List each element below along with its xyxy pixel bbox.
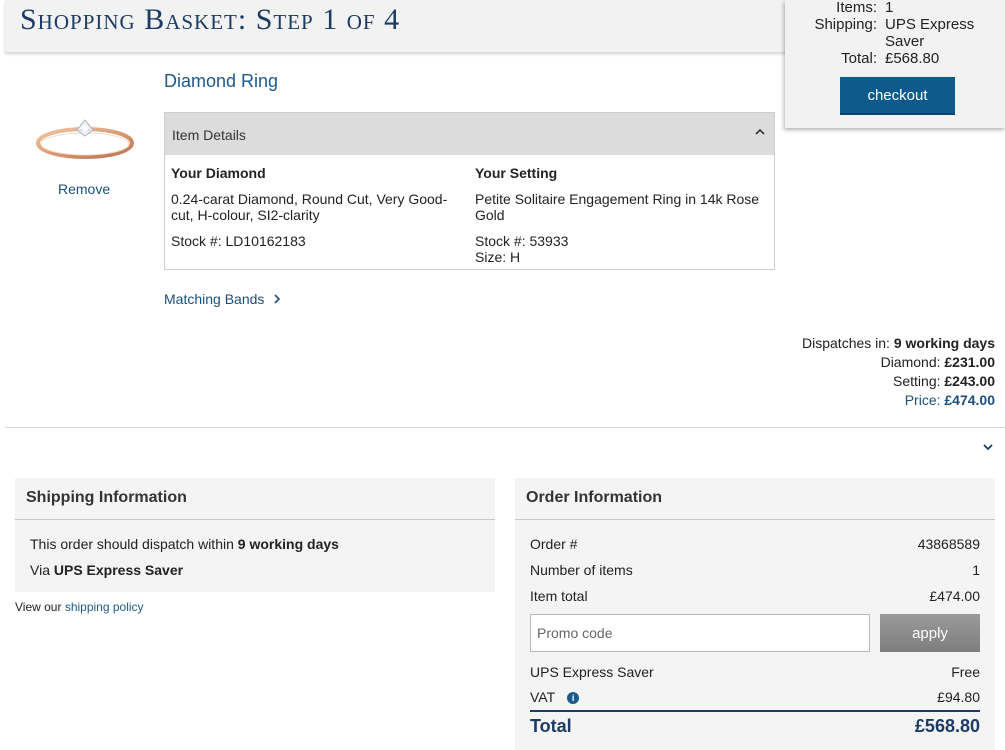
setting-description: Petite Solitaire Engagement Ring in 14k … (475, 191, 760, 223)
order-number-row: Order # 43868589 (530, 536, 980, 552)
order-number-value: 43868589 (917, 536, 980, 552)
dispatch-line: Dispatches in: 9 working days (802, 334, 995, 353)
diamond-price-label: Diamond: (880, 354, 941, 370)
matching-bands-label: Matching Bands (164, 291, 265, 307)
item-details-header[interactable]: Item Details (165, 113, 774, 155)
order-info-heading: Order Information (526, 489, 663, 506)
remove-link[interactable]: Remove (58, 181, 110, 197)
shipping-info-header: Shipping Information (15, 478, 495, 520)
order-info-panel: Order Information Order # 43868589 Numbe… (515, 478, 995, 750)
diamond-heading: Your Diamond (171, 165, 266, 181)
section-divider (5, 427, 1005, 428)
shipping-dispatch-line: This order should dispatch within 9 work… (30, 536, 339, 552)
setting-size: Size: H (475, 249, 521, 265)
summary-items-value: 1 (885, 0, 894, 16)
price-line: Price: £474.00 (802, 391, 995, 410)
shipping-cost-value: Free (951, 664, 980, 680)
chevron-down-icon[interactable] (982, 441, 994, 453)
order-number-label: Order # (530, 536, 578, 552)
shipping-dispatch-prefix: This order should dispatch within (30, 536, 234, 552)
price-value: £474.00 (944, 392, 995, 408)
page-title: Shopping Basket: Step 1 of 4 (20, 3, 401, 36)
info-icon[interactable]: i (567, 692, 580, 705)
shipping-policy-line: View our shipping policy (15, 600, 144, 614)
setting-price-label: Setting: (893, 373, 941, 389)
apply-promo-button[interactable]: apply (880, 614, 980, 652)
item-details-label: Item Details (172, 127, 246, 143)
item-total-value: £474.00 (929, 588, 980, 604)
diamond-column: Your Diamond 0.24-carat Diamond, Round C… (171, 165, 461, 249)
summary-items-label: Items: (836, 0, 877, 16)
shipping-info-heading: Shipping Information (26, 489, 187, 506)
order-total-label: Total (530, 716, 572, 736)
setting-price-line: Setting: £243.00 (802, 372, 995, 391)
setting-heading: Your Setting (475, 165, 558, 181)
dispatch-value: 9 working days (893, 335, 995, 351)
item-total-row: Item total £474.00 (530, 588, 980, 604)
order-total-value: £568.80 (914, 716, 980, 736)
price-label: Price: (904, 392, 941, 408)
order-info-header: Order Information (515, 478, 995, 520)
dispatch-label: Dispatches in: (802, 335, 890, 351)
checkout-button[interactable]: checkout (840, 77, 955, 115)
shipping-info-panel: Shipping Information This order should d… (15, 478, 495, 592)
shipping-policy-prefix: View our (15, 600, 62, 614)
vat-value: £94.80 (937, 689, 980, 705)
setting-price-value: £243.00 (944, 373, 995, 389)
shipping-cost-label: UPS Express Saver (530, 664, 654, 680)
item-details-panel: Item Details Your Diamond 0.24-carat Dia… (164, 112, 775, 270)
item-title[interactable]: Diamond Ring (164, 71, 278, 92)
summary-total-label: Total: (841, 50, 877, 67)
ring-product-image[interactable] (35, 112, 135, 167)
diamond-description: 0.24-carat Diamond, Round Cut, Very Good… (171, 191, 448, 223)
item-pricing: Dispatches in: 9 working days Diamond: £… (802, 334, 995, 410)
shipping-policy-link[interactable]: shipping policy (65, 600, 144, 614)
promo-code-input[interactable] (530, 614, 870, 652)
shipping-via-line: Via UPS Express Saver (30, 562, 183, 578)
order-total-row: Total £568.80 (530, 716, 980, 737)
basket-summary: Items: 1 Shipping: UPS Express Saver Tot… (785, 0, 1005, 128)
vat-label-wrap: VAT i (530, 689, 580, 705)
vat-row: VAT i £94.80 (530, 689, 980, 705)
vat-label: VAT (530, 689, 556, 705)
shipping-dispatch-value: 9 working days (237, 536, 339, 552)
shipping-via-prefix: Via (30, 562, 50, 578)
summary-shipping-value-2: Saver (885, 33, 925, 50)
setting-column: Your Setting Petite Solitaire Engagement… (475, 165, 765, 265)
item-total-label: Item total (530, 588, 588, 604)
total-separator (530, 710, 980, 712)
num-items-value: 1 (972, 562, 980, 578)
shipping-via-value: UPS Express Saver (53, 562, 184, 578)
diamond-price-value: £231.00 (944, 354, 995, 370)
chevron-up-icon[interactable] (754, 126, 766, 138)
summary-shipping-value-1: UPS Express (885, 16, 975, 33)
num-items-row: Number of items 1 (530, 562, 980, 578)
matching-bands-link[interactable]: Matching Bands (164, 291, 282, 307)
setting-stock: Stock #: 53933 (475, 233, 569, 249)
chevron-right-icon (274, 294, 281, 304)
num-items-label: Number of items (530, 562, 633, 578)
summary-total-value: £568.80 (885, 50, 940, 67)
shipping-cost-row: UPS Express Saver Free (530, 664, 980, 680)
diamond-stock: Stock #: LD10162183 (171, 233, 306, 249)
diamond-price-line: Diamond: £231.00 (802, 353, 995, 372)
summary-shipping-label: Shipping: (814, 16, 877, 33)
